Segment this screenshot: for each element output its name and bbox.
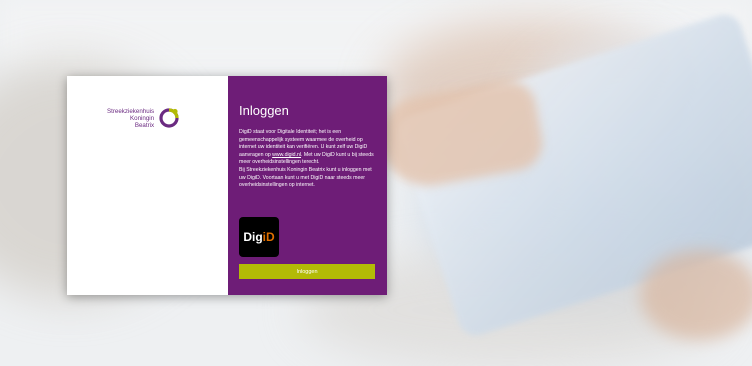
digid-logo-text-orange: iD [262,230,275,244]
page: Streekziekenhuis Koningin Beatrix Inlogg… [0,0,752,366]
logo-line-1: Streekziekenhuis [107,107,155,115]
hospital-logo: Streekziekenhuis Koningin Beatrix [107,107,180,129]
description-paragraph-2: Bij Streekziekenhuis Koningin Beatrix ku… [239,166,372,189]
login-description: DigiD staat voor Digitale Identiteit; he… [239,129,379,190]
login-button[interactable]: Inloggen [239,264,375,279]
logo-line-2: Koningin [130,114,155,122]
logo-text: Streekziekenhuis Koningin Beatrix [107,108,154,129]
digid-link[interactable]: www.digid.nl [272,152,301,158]
login-panel: Inloggen DigiD staat voor Digitale Ident… [228,76,387,295]
logo-panel: Streekziekenhuis Koningin Beatrix [67,76,228,295]
login-title: Inloggen [239,103,289,118]
digid-logo-text-white: Dig [243,230,263,244]
description-paragraph-1: DigiD staat voor Digitale Identiteit; he… [239,129,379,167]
login-card: Streekziekenhuis Koningin Beatrix Inlogg… [67,76,387,295]
logo-line-3: Beatrix [134,121,155,129]
digid-logo: Dig iD [239,217,279,257]
skb-ring-logo-icon [158,107,180,129]
